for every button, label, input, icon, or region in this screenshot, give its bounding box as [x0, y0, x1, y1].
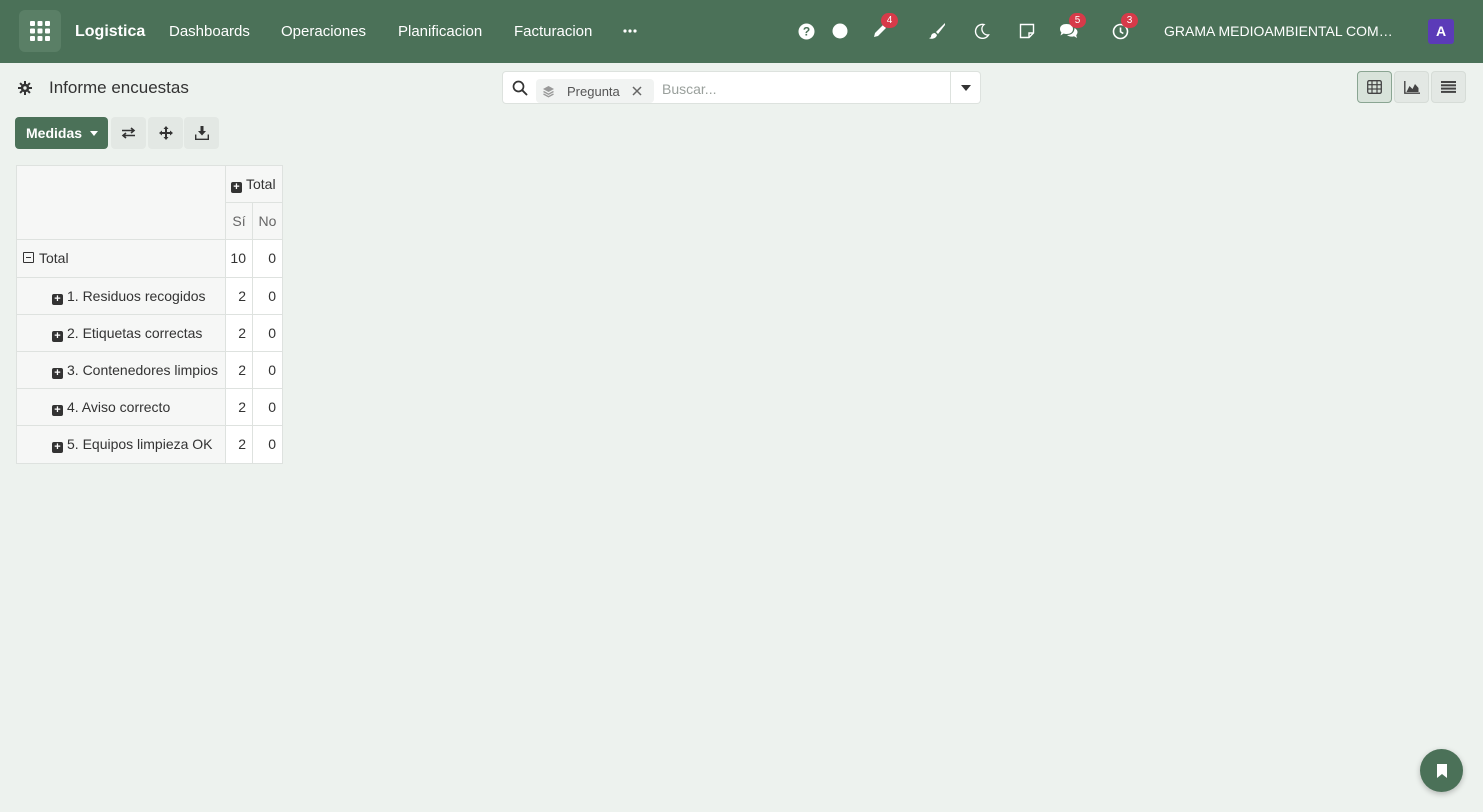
- download-icon: [194, 126, 209, 140]
- row-header-label: 1. Residuos recogidos: [67, 288, 206, 304]
- layers-icon: [543, 86, 554, 98]
- expand-plus-icon: +: [52, 405, 63, 416]
- expand-all-button[interactable]: [148, 117, 183, 149]
- more-menu-button[interactable]: [618, 19, 642, 43]
- pivot-cell[interactable]: 0: [253, 240, 283, 278]
- area-chart-icon: [1403, 80, 1420, 94]
- pivot-cell[interactable]: 0: [253, 426, 283, 464]
- col-header-label: Total: [246, 176, 276, 192]
- status-button[interactable]: [828, 19, 852, 43]
- pivot-col-header-total[interactable]: + Total: [226, 165, 283, 203]
- expand-plus-icon: +: [52, 294, 63, 305]
- pivot-cell[interactable]: 0: [253, 315, 283, 352]
- expand-plus-icon: +: [52, 442, 63, 453]
- pivot-row-header[interactable]: +4. Aviso correcto: [16, 389, 226, 426]
- list-view-button[interactable]: [1431, 71, 1466, 103]
- exchange-icon: [121, 127, 136, 139]
- row-header-label: 3. Contenedores limpios: [67, 362, 218, 378]
- pivot-row-header[interactable]: +2. Etiquetas correctas: [16, 315, 226, 352]
- pivot-cell[interactable]: 0: [253, 389, 283, 426]
- row-header-label: Total: [39, 250, 69, 266]
- company-switcher[interactable]: GRAMA MEDIOAMBIENTAL COMER...: [1164, 0, 1402, 63]
- bookmark-float-button[interactable]: [1420, 749, 1463, 792]
- close-icon: [632, 86, 642, 96]
- facet-label: Pregunta: [567, 84, 620, 99]
- paintbrush-icon: [929, 23, 945, 39]
- user-avatar[interactable]: A: [1428, 19, 1454, 44]
- collapse-minus-icon: [23, 252, 34, 263]
- list-icon: [1441, 81, 1456, 93]
- messages-button[interactable]: 5: [1056, 13, 1086, 43]
- pivot-cell[interactable]: 10: [226, 240, 253, 278]
- pivot-row-header[interactable]: +5. Equipos limpieza OK: [16, 426, 226, 464]
- pivot-row-header-total[interactable]: Total: [16, 240, 226, 278]
- download-button[interactable]: [184, 117, 219, 149]
- search-options-toggle[interactable]: [951, 71, 981, 104]
- bookmark-icon: [1436, 763, 1447, 778]
- row-header-label: 2. Etiquetas correctas: [67, 325, 203, 341]
- pivot-row-header[interactable]: +1. Residuos recogidos: [16, 278, 226, 315]
- pivot-cell[interactable]: 2: [226, 278, 253, 315]
- svg-text:?: ?: [802, 24, 809, 38]
- measures-label: Medidas: [26, 125, 83, 141]
- gear-icon: [18, 81, 32, 95]
- caret-down-icon: [960, 84, 971, 91]
- search-input[interactable]: [660, 75, 944, 102]
- dark-mode-button[interactable]: [970, 19, 994, 43]
- caret-down-icon: [90, 131, 98, 136]
- apps-menu-button[interactable]: [19, 10, 61, 52]
- menu-facturacion[interactable]: Facturacion: [514, 0, 592, 63]
- table-icon: [1367, 80, 1382, 94]
- search-bar: Pregunta: [502, 71, 951, 104]
- messages-badge: 5: [1069, 13, 1086, 28]
- graph-view-button[interactable]: [1394, 71, 1429, 103]
- activities-clock-button[interactable]: 3: [1108, 13, 1138, 43]
- help-button[interactable]: ?: [794, 19, 818, 43]
- measures-dropdown-button[interactable]: Medidas: [15, 117, 108, 149]
- expand-plus-icon: +: [231, 182, 242, 193]
- moon-icon: [974, 23, 990, 39]
- search-facet-pregunta: Pregunta: [536, 79, 654, 103]
- flip-axis-button[interactable]: [111, 117, 146, 149]
- top-navbar: Logistica Dashboards Operaciones Planifi…: [0, 0, 1483, 63]
- pivot-cell[interactable]: 0: [253, 278, 283, 315]
- pivot-table: + Total Sí No Total 10 0 +1. Residuos rec…: [16, 165, 283, 464]
- pivot-cell[interactable]: 2: [226, 426, 253, 464]
- circle-icon: [832, 23, 848, 39]
- page-title: Informe encuestas: [49, 78, 189, 97]
- menu-operaciones[interactable]: Operaciones: [281, 0, 366, 63]
- grid-icon: [30, 21, 50, 41]
- expand-plus-icon: +: [52, 331, 63, 342]
- clock-badge: 3: [1121, 13, 1138, 28]
- pivot-row-header[interactable]: +3. Contenedores limpios: [16, 352, 226, 389]
- search-icon: [512, 80, 528, 96]
- expand-plus-icon: +: [52, 368, 63, 379]
- pivot-cell[interactable]: 2: [226, 315, 253, 352]
- settings-gear-button[interactable]: [17, 80, 33, 96]
- facet-remove-button[interactable]: [632, 83, 642, 100]
- theme-brush-button[interactable]: [925, 19, 949, 43]
- ellipsis-icon: [623, 29, 637, 33]
- sticky-note-icon: [1019, 23, 1035, 39]
- activity-button[interactable]: 4: [868, 13, 898, 43]
- pivot-measure-header-no[interactable]: No: [253, 203, 283, 240]
- pivot-measure-header-si[interactable]: Sí: [226, 203, 253, 240]
- pivot-cell[interactable]: 2: [226, 352, 253, 389]
- menu-dashboards[interactable]: Dashboards: [169, 0, 250, 63]
- pivot-corner-cell: [16, 165, 226, 240]
- activity-badge: 4: [881, 13, 898, 28]
- pivot-cell[interactable]: 0: [253, 352, 283, 389]
- arrows-expand-icon: [158, 126, 173, 140]
- pivot-view-button[interactable]: [1357, 71, 1392, 103]
- menu-planificacion[interactable]: Planificacion: [398, 0, 482, 63]
- question-circle-icon: ?: [798, 23, 814, 39]
- row-header-label: 5. Equipos limpieza OK: [67, 436, 213, 452]
- row-header-label: 4. Aviso correcto: [67, 399, 171, 415]
- app-brand[interactable]: Logistica: [75, 0, 145, 63]
- pivot-cell[interactable]: 2: [226, 389, 253, 426]
- notes-button[interactable]: [1015, 19, 1039, 43]
